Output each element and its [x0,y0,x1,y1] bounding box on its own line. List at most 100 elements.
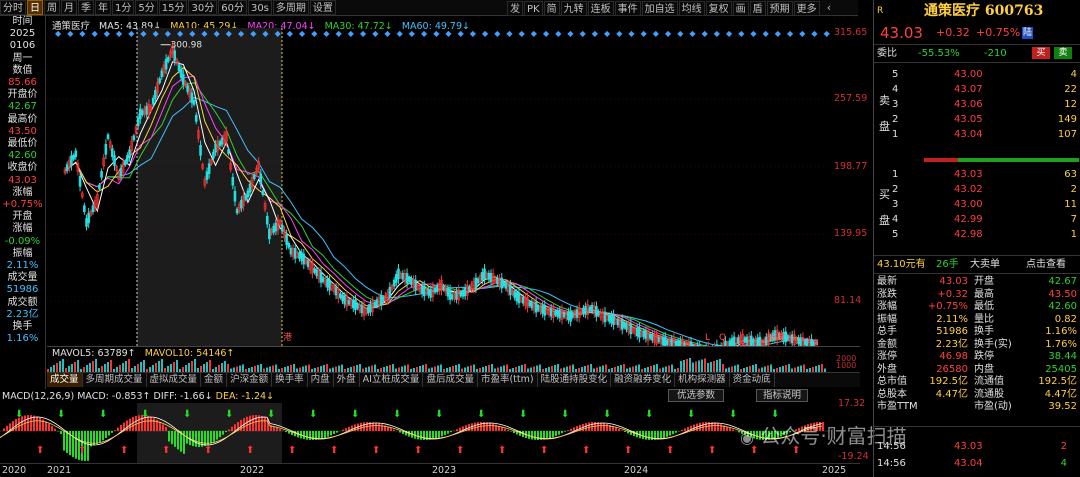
event-marker[interactable]: ◆ [189,29,196,38]
event-marker[interactable]: ◆ [201,29,208,38]
event-marker[interactable]: ◆ [787,29,794,38]
event-marker[interactable]: ◆ [519,29,526,38]
period-button-1[interactable]: 日 [27,0,43,15]
event-tag[interactable]: 张财 [767,331,785,343]
indicator-tab-13[interactable]: 机构探测器 [675,373,730,387]
event-marker[interactable]: ◆ [323,29,330,38]
event-marker[interactable]: ◆ [482,29,489,38]
tool-button-11[interactable]: 预期 [766,0,793,16]
event-marker[interactable]: ◆ [665,29,672,38]
event-marker[interactable]: ◆ [433,29,440,38]
event-marker[interactable]: ◆ [104,29,111,38]
event-marker[interactable]: ◆ [165,29,172,38]
event-marker[interactable]: ◆ [250,29,257,38]
event-tag[interactable]: 港 [283,331,292,343]
indicator-tab-4[interactable]: 沪深金额 [227,373,273,387]
event-marker[interactable]: ◆ [689,29,696,38]
event-tag[interactable]: Q [719,333,726,343]
tool-button-4[interactable]: 连板 [587,0,614,16]
period-button-10[interactable]: 60分 [218,0,247,15]
event-marker[interactable]: ◆ [384,29,391,38]
event-marker[interactable]: ◆ [336,29,343,38]
event-marker[interactable]: ◆ [506,29,513,38]
event-marker[interactable]: ◆ [140,29,147,38]
period-button-13[interactable]: 设置 [309,0,336,15]
event-marker[interactable]: ◆ [555,29,562,38]
tool-button-12[interactable]: 更多 [793,0,820,16]
tool-button-9[interactable]: 画 [732,0,749,16]
period-button-3[interactable]: 月 [61,0,77,15]
event-marker[interactable]: ◆ [116,29,123,38]
event-marker[interactable]: ◆ [750,29,757,38]
indicator-tab-2[interactable]: 虚拟成交量 [147,373,202,387]
tool-button-3[interactable]: 九转 [560,0,587,16]
event-marker[interactable]: ◆ [714,29,721,38]
optimal-params-button[interactable]: 优选参数 [668,389,724,402]
indicator-tab-6[interactable]: 内盘 [308,373,334,387]
event-marker[interactable]: ◆ [238,29,245,38]
event-marker[interactable]: ◆ [702,29,709,38]
event-marker[interactable]: ◆ [214,29,221,38]
tool-button-5[interactable]: 事件 [614,0,641,16]
event-marker[interactable]: ◆ [397,29,404,38]
asks-row[interactable]: 1 43.04 107 [874,128,1080,141]
event-marker[interactable]: ◆ [763,29,770,38]
event-marker[interactable]: ◆ [775,29,782,38]
asks-row[interactable]: 3 43.06 12 [874,98,1080,111]
indicator-help-button[interactable]: 指标说明 [756,389,808,402]
volume-chart[interactable] [47,356,830,372]
bids-row[interactable]: 1 43.03 63 [874,168,1080,181]
event-marker[interactable]: ◆ [79,29,86,38]
event-marker[interactable]: ◆ [128,29,135,38]
event-marker[interactable]: ◆ [360,29,367,38]
event-marker[interactable]: ◆ [311,29,318,38]
collapse-icon[interactable]: ‹ [822,1,836,15]
indicator-tab-9[interactable]: 盘后成交量 [423,373,478,387]
bids-row[interactable]: 2 43.02 2 [874,183,1080,196]
event-marker[interactable]: ◆ [653,29,660,38]
tool-button-1[interactable]: PK [524,0,543,16]
sell-button[interactable]: 卖 [1054,47,1072,59]
period-button-4[interactable]: 季 [78,0,94,15]
bids-row[interactable]: 3 43.00 11 [874,198,1080,211]
event-marker[interactable]: ◆ [531,29,538,38]
event-marker[interactable]: ◆ [628,29,635,38]
event-marker[interactable]: ◆ [604,29,611,38]
period-button-2[interactable]: 周 [44,0,60,15]
event-marker[interactable]: ◆ [226,29,233,38]
period-button-0[interactable]: 分时 [0,0,26,15]
event-marker[interactable]: ◆ [421,29,428,38]
event-marker[interactable]: ◆ [738,29,745,38]
period-button-8[interactable]: 15分 [158,0,188,15]
asks-row[interactable]: 4 43.07 22 [874,83,1080,96]
event-marker[interactable]: ◆ [592,29,599,38]
event-marker[interactable]: ◆ [153,29,160,38]
event-marker[interactable]: ◆ [616,29,623,38]
event-marker[interactable]: ◆ [55,29,62,38]
event-marker[interactable]: ◆ [567,29,574,38]
indicator-tab-5[interactable]: 换手率 [272,373,308,387]
asks-row[interactable]: 5 43.00 4 [874,68,1080,81]
kline-chart[interactable]: ◆ ◆ ◆ ◆ ◆ ◆ ◆ ◆ ◆ ◆ ◆ ◆ ◆ ◆ ◆ ◆ ◆ ◆ ◆ ◆ ◆ ◆ ◆ ◆ ◆ ◆ ◆ ◆ ◆ ◆ ◆ ◆ ◆ ◆ ◆ ◆ ◆ ◆ ◆ ◆… [47,28,830,346]
bids-row[interactable]: 4 42.99 7 [874,213,1080,226]
event-marker[interactable]: ◆ [409,29,416,38]
period-button-5[interactable]: 年 [95,0,111,15]
event-marker[interactable]: ◆ [726,29,733,38]
asks-row[interactable]: 2 43.05 149 [874,113,1080,126]
event-marker[interactable]: ◆ [580,29,587,38]
tool-button-2[interactable]: 简 [543,0,560,16]
event-marker[interactable]: ◆ [677,29,684,38]
event-marker[interactable]: ◆ [470,29,477,38]
event-marker[interactable]: ◆ [299,29,306,38]
bids-row[interactable]: 5 42.98 1 [874,228,1080,241]
event-marker[interactable]: ◆ [92,29,99,38]
event-marker[interactable]: ◆ [177,29,184,38]
indicator-tab-11[interactable]: 陆股通持股变化 [538,373,612,387]
event-marker[interactable]: ◆ [811,29,818,38]
buy-button[interactable]: 买 [1032,47,1050,59]
tool-button-7[interactable]: 均线 [678,0,705,16]
event-marker[interactable]: ◆ [287,29,294,38]
event-marker[interactable]: ◆ [262,29,269,38]
indicator-tab-10[interactable]: 市盈率(ttm) [478,373,538,387]
indicator-tab-7[interactable]: 外盘 [334,373,360,387]
